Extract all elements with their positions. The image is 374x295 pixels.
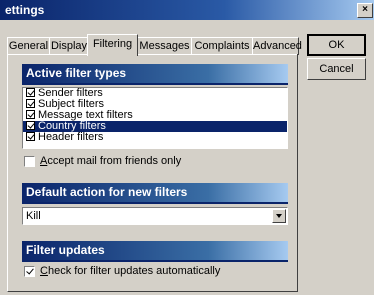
check-updates-checkbox[interactable]: Check for filter updates automatically	[24, 265, 220, 277]
list-item[interactable]: Header filters	[23, 132, 287, 143]
section-header-active-filters: Active filter types	[22, 64, 288, 83]
checkbox-label: Accept mail from friends only	[40, 155, 182, 167]
list-item-label: Header filters	[38, 131, 104, 143]
tab-general[interactable]: General	[7, 37, 50, 55]
section-rule	[22, 202, 288, 204]
section-rule	[22, 260, 288, 262]
cancel-button[interactable]: Cancel	[307, 58, 366, 80]
ok-button[interactable]: OK	[307, 34, 366, 56]
tab-advanced[interactable]: Advanced	[252, 37, 302, 55]
checkbox-icon[interactable]	[26, 132, 35, 141]
tab-display[interactable]: Display	[49, 37, 89, 55]
checkbox-icon[interactable]	[26, 99, 35, 108]
tab-complaints[interactable]: Complaints	[191, 37, 253, 55]
tab-messages[interactable]: Messages	[137, 37, 192, 55]
section-header-filter-updates: Filter updates	[22, 241, 288, 260]
close-icon[interactable]: ×	[357, 3, 373, 18]
select-value: Kill	[26, 210, 41, 222]
checkbox-icon[interactable]	[26, 121, 35, 130]
tab-filtering[interactable]: Filtering	[87, 34, 138, 56]
section-rule	[22, 83, 288, 85]
checkbox-icon[interactable]	[26, 88, 35, 97]
checkbox-label: Check for filter updates automatically	[40, 265, 221, 277]
section-header-default-action: Default action for new filters	[22, 183, 288, 202]
checkbox-icon[interactable]	[24, 155, 35, 167]
accept-friends-checkbox[interactable]: Accept mail from friends only	[24, 155, 181, 167]
checkbox-icon[interactable]	[26, 110, 35, 119]
title-bar: ettings ×	[0, 0, 374, 20]
default-action-select[interactable]: Kill	[22, 207, 288, 225]
chevron-down-icon[interactable]	[272, 209, 286, 223]
window-title: ettings	[5, 3, 45, 17]
checkbox-icon[interactable]	[24, 265, 35, 277]
filter-types-list[interactable]: Sender filters Subject filters Message t…	[22, 87, 288, 149]
